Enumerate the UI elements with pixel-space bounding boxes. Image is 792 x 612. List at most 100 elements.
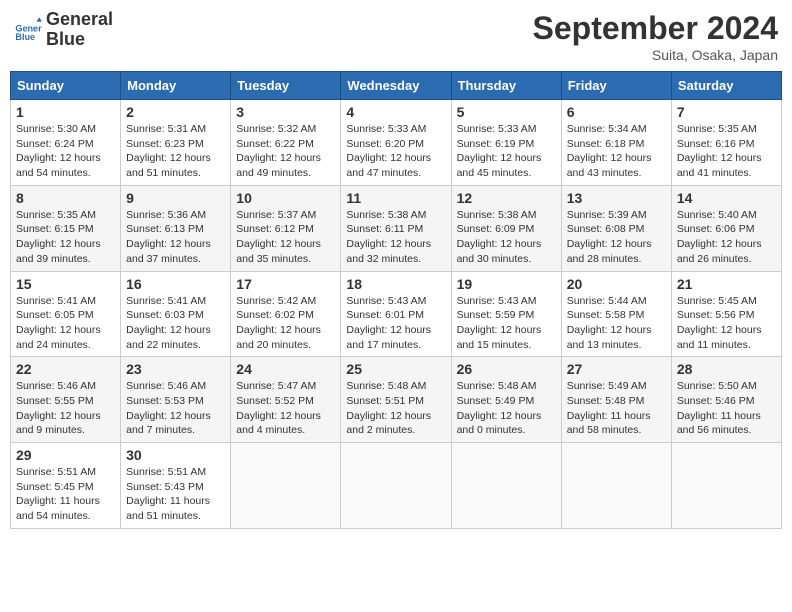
calendar-cell: 2Sunrise: 5:31 AMSunset: 6:23 PMDaylight…: [121, 100, 231, 186]
cell-line: Daylight: 12 hours: [346, 237, 445, 252]
cell-line: and 11 minutes.: [677, 338, 776, 353]
cell-line: Daylight: 12 hours: [346, 323, 445, 338]
cell-line: and 17 minutes.: [346, 338, 445, 353]
calendar-cell: 12Sunrise: 5:38 AMSunset: 6:09 PMDayligh…: [451, 185, 561, 271]
day-number: 16: [126, 276, 225, 292]
cell-line: Daylight: 12 hours: [236, 323, 335, 338]
calendar-cell: 9Sunrise: 5:36 AMSunset: 6:13 PMDaylight…: [121, 185, 231, 271]
location-subtitle: Suita, Osaka, Japan: [533, 47, 778, 63]
cell-line: and 2 minutes.: [346, 423, 445, 438]
calendar-cell: 19Sunrise: 5:43 AMSunset: 5:59 PMDayligh…: [451, 271, 561, 357]
logo-text: General Blue: [46, 10, 113, 50]
cell-line: Sunrise: 5:51 AM: [126, 465, 225, 480]
cell-line: Sunset: 6:18 PM: [567, 137, 666, 152]
cell-line: Sunset: 5:45 PM: [16, 480, 115, 495]
cell-line: Sunrise: 5:43 AM: [457, 294, 556, 309]
svg-text:Blue: Blue: [15, 32, 35, 42]
cell-line: Sunrise: 5:41 AM: [126, 294, 225, 309]
day-number: 27: [567, 361, 666, 377]
cell-line: Sunset: 6:03 PM: [126, 308, 225, 323]
calendar-cell: 4Sunrise: 5:33 AMSunset: 6:20 PMDaylight…: [341, 100, 451, 186]
cell-line: Sunrise: 5:38 AM: [346, 208, 445, 223]
day-number: 8: [16, 190, 115, 206]
cell-line: and 26 minutes.: [677, 252, 776, 267]
cell-line: Sunrise: 5:36 AM: [126, 208, 225, 223]
calendar-cell: 23Sunrise: 5:46 AMSunset: 5:53 PMDayligh…: [121, 357, 231, 443]
day-number: 2: [126, 104, 225, 120]
cell-line: Sunset: 6:13 PM: [126, 222, 225, 237]
month-title: September 2024: [533, 10, 778, 47]
cell-line: Sunset: 5:58 PM: [567, 308, 666, 323]
calendar-cell: 1Sunrise: 5:30 AMSunset: 6:24 PMDaylight…: [11, 100, 121, 186]
cell-line: Daylight: 12 hours: [457, 409, 556, 424]
cell-line: Sunset: 6:02 PM: [236, 308, 335, 323]
cell-line: Sunrise: 5:50 AM: [677, 379, 776, 394]
calendar-cell: 17 Sunrise: 5:42 AMSunset: 6:02 PMDayligh…: [231, 271, 341, 357]
cell-line: Sunrise: 5:33 AM: [346, 122, 445, 137]
calendar-cell: 30Sunrise: 5:51 AMSunset: 5:43 PMDayligh…: [121, 443, 231, 529]
cell-line: and 43 minutes.: [567, 166, 666, 181]
cell-line: Sunset: 5:51 PM: [346, 394, 445, 409]
cell-line: and 4 minutes.: [236, 423, 335, 438]
calendar-week-5: 29Sunrise: 5:51 AMSunset: 5:45 PMDayligh…: [11, 443, 782, 529]
cell-line: Sunset: 5:59 PM: [457, 308, 556, 323]
day-number: 20: [567, 276, 666, 292]
cell-line: Daylight: 12 hours: [346, 151, 445, 166]
cell-line: Sunrise: 5:35 AM: [677, 122, 776, 137]
cell-line: Daylight: 12 hours: [567, 323, 666, 338]
cell-line: Daylight: 12 hours: [567, 237, 666, 252]
cell-line: Sunrise: 5:49 AM: [567, 379, 666, 394]
cell-line: Daylight: 11 hours: [677, 409, 776, 424]
cell-line: and 51 minutes.: [126, 166, 225, 181]
cell-line: Sunset: 5:46 PM: [677, 394, 776, 409]
logo-icon: General Blue: [14, 16, 42, 44]
day-number: 18: [346, 276, 445, 292]
weekday-header-wednesday: Wednesday: [341, 72, 451, 100]
day-number: 22: [16, 361, 115, 377]
cell-line: Sunset: 6:15 PM: [16, 222, 115, 237]
cell-line: and 30 minutes.: [457, 252, 556, 267]
cell-line: Sunset: 6:05 PM: [16, 308, 115, 323]
cell-line: and 45 minutes.: [457, 166, 556, 181]
cell-line: Sunrise: 5:41 AM: [16, 294, 115, 309]
cell-line: Daylight: 12 hours: [16, 237, 115, 252]
cell-line: Sunrise: 5:35 AM: [16, 208, 115, 223]
day-number: 1: [16, 104, 115, 120]
day-number: 10: [236, 190, 335, 206]
cell-line: Daylight: 12 hours: [457, 237, 556, 252]
cell-line: Sunset: 6:08 PM: [567, 222, 666, 237]
cell-line: Daylight: 12 hours: [126, 409, 225, 424]
cell-line: Sunset: 5:48 PM: [567, 394, 666, 409]
cell-line: and 15 minutes.: [457, 338, 556, 353]
cell-line: and 28 minutes.: [567, 252, 666, 267]
cell-line: Daylight: 12 hours: [126, 151, 225, 166]
day-number: 30: [126, 447, 225, 463]
calendar-cell: 6Sunrise: 5:34 AMSunset: 6:18 PMDaylight…: [561, 100, 671, 186]
cell-line: Daylight: 12 hours: [346, 409, 445, 424]
cell-line: and 13 minutes.: [567, 338, 666, 353]
calendar-cell: 29Sunrise: 5:51 AMSunset: 5:45 PMDayligh…: [11, 443, 121, 529]
cell-line: Daylight: 12 hours: [16, 323, 115, 338]
cell-line: Sunrise: 5:48 AM: [457, 379, 556, 394]
page-header: General Blue General Blue September 2024…: [10, 10, 782, 63]
day-number: 19: [457, 276, 556, 292]
cell-line: Sunrise: 5:44 AM: [567, 294, 666, 309]
cell-line: Sunrise: 5:37 AM: [236, 208, 335, 223]
cell-line: Daylight: 12 hours: [126, 237, 225, 252]
day-number: 17: [236, 276, 335, 292]
cell-line: Sunrise: 5:46 AM: [16, 379, 115, 394]
calendar-cell: 20 Sunrise: 5:44 AMSunset: 5:58 PMDayligh…: [561, 271, 671, 357]
cell-line: Daylight: 12 hours: [677, 323, 776, 338]
weekday-header-friday: Friday: [561, 72, 671, 100]
calendar-cell: 11Sunrise: 5:38 AMSunset: 6:11 PMDayligh…: [341, 185, 451, 271]
cell-line: Sunset: 6:19 PM: [457, 137, 556, 152]
cell-line: Sunrise: 5:51 AM: [16, 465, 115, 480]
cell-line: Sunrise: 5:42 AM: [236, 294, 335, 309]
cell-line: Sunrise: 5:46 AM: [126, 379, 225, 394]
calendar-cell: 13Sunrise: 5:39 AMSunset: 6:08 PMDayligh…: [561, 185, 671, 271]
weekday-header-thursday: Thursday: [451, 72, 561, 100]
cell-line: Daylight: 12 hours: [677, 151, 776, 166]
calendar-cell: 18Sunrise: 5:43 AMSunset: 6:01 PMDayligh…: [341, 271, 451, 357]
day-number: 7: [677, 104, 776, 120]
cell-line: Sunrise: 5:30 AM: [16, 122, 115, 137]
